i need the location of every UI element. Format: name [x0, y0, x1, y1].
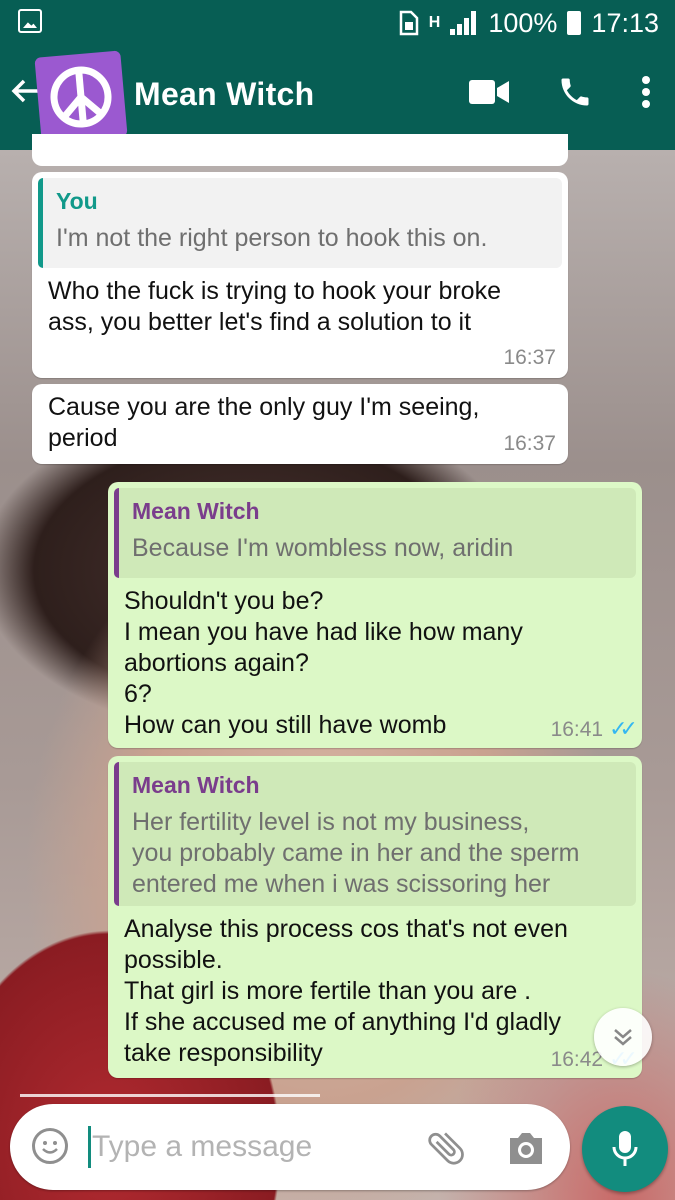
- message-input[interactable]: Type a message: [92, 1130, 312, 1164]
- status-bar: H 100% 17:13: [0, 0, 675, 46]
- message-bubble-outgoing[interactable]: Mean Witch Because I'm wombless now, ari…: [108, 482, 642, 748]
- message-text: Cause you are the only guy I'm seeing, p…: [48, 393, 480, 452]
- message-bubble-incoming[interactable]: Cause you are the only guy I'm seeing, p…: [32, 384, 568, 464]
- message-bubble-outgoing[interactable]: Mean Witch Her fertility level is not my…: [108, 756, 642, 1078]
- battery-icon: [567, 11, 582, 35]
- battery-percentage: 100%: [488, 7, 558, 38]
- sim-card-icon: [399, 10, 419, 36]
- contact-name[interactable]: Mean Witch: [134, 76, 315, 113]
- text-cursor: [88, 1126, 91, 1168]
- quote-text: Because I'm wombless now, aridin: [132, 534, 514, 562]
- quote-text: Her fertility level is not my business, …: [132, 808, 580, 898]
- message-time: 16:37: [503, 346, 556, 369]
- quote-author: Mean Witch: [132, 498, 260, 524]
- quote-text: I'm not the right person to hook this on…: [56, 224, 488, 252]
- attach-icon[interactable]: [424, 1126, 468, 1170]
- avatar[interactable]: [34, 50, 128, 144]
- read-receipt-icon: ✓✓: [609, 716, 638, 741]
- quote-author: You: [56, 188, 98, 214]
- back-arrow-icon[interactable]: [10, 76, 40, 115]
- video-call-icon[interactable]: [469, 79, 509, 105]
- quoted-message[interactable]: Mean Witch Her fertility level is not my…: [114, 762, 636, 906]
- emoji-icon[interactable]: [32, 1128, 68, 1164]
- quoted-message[interactable]: Mean Witch Because I'm wombless now, ari…: [114, 488, 636, 578]
- camera-icon[interactable]: [506, 1130, 546, 1166]
- message-time: 16:42: [550, 1048, 604, 1071]
- signal-icon: [450, 11, 478, 35]
- message-time: 16:37: [503, 432, 556, 455]
- message-time: 16:41: [550, 718, 604, 741]
- scroll-to-bottom-button[interactable]: [594, 1008, 652, 1066]
- message-text: Analyse this process cos that's not even…: [124, 915, 568, 1067]
- phone-call-icon[interactable]: [557, 74, 593, 110]
- peace-sign-icon: [50, 66, 112, 128]
- quoted-message[interactable]: You I'm not the right person to hook thi…: [38, 178, 562, 268]
- double-chevron-down-icon: [614, 1029, 632, 1046]
- voice-message-button[interactable]: [582, 1106, 668, 1192]
- message-time-wrap: 16:41 ✓✓: [550, 716, 638, 742]
- clock: 17:13: [591, 7, 659, 38]
- message-input-bar[interactable]: Type a message: [10, 1104, 570, 1190]
- gallery-notification-icon: [18, 9, 42, 33]
- microphone-icon: [612, 1131, 638, 1166]
- more-options-icon[interactable]: [641, 75, 651, 109]
- network-type: H: [428, 14, 441, 31]
- previous-message-fragment: [32, 134, 568, 166]
- divider: [20, 1094, 320, 1097]
- quote-author: Mean Witch: [132, 772, 260, 798]
- message-text: Who the fuck is trying to hook your brok…: [48, 277, 501, 336]
- message-bubble-incoming[interactable]: You I'm not the right person to hook thi…: [32, 172, 568, 378]
